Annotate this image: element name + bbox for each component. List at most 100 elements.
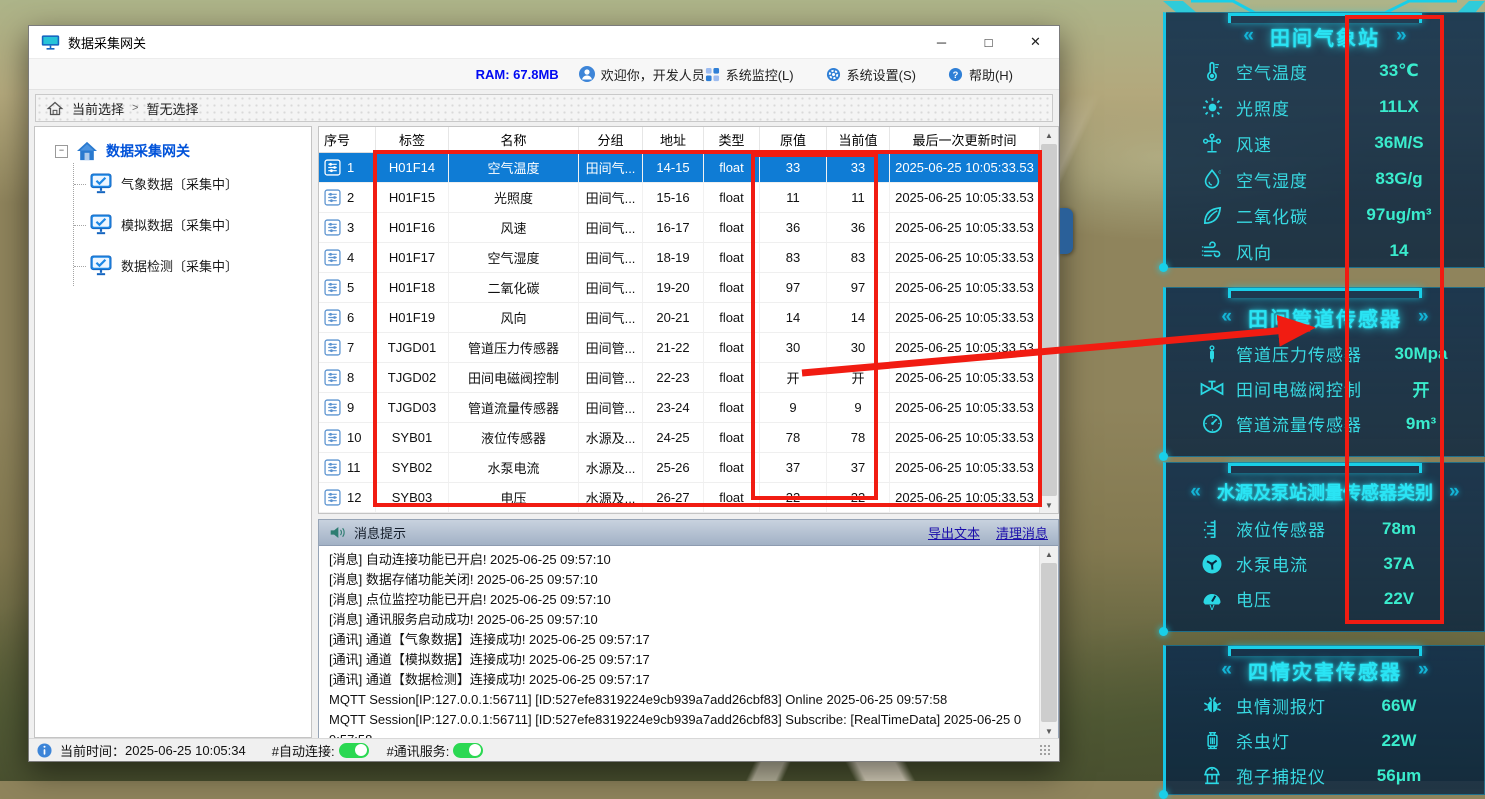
table-row[interactable]: 4 H01F17 空气湿度 田间气... 18-19 float 83 83 2… xyxy=(319,243,1040,273)
menu-item-label: 系统设置(S) xyxy=(847,65,916,84)
scroll-up-icon[interactable]: ▲ xyxy=(1040,127,1058,143)
panel-prev-icon[interactable]: « xyxy=(1190,481,1201,503)
cell-address: 18-19 xyxy=(643,243,704,272)
column-header[interactable]: 分组 xyxy=(579,127,643,152)
cell-type: float xyxy=(704,423,760,452)
gear-icon xyxy=(826,67,841,82)
table-row[interactable]: 3 H01F16 风速 田间气... 16-17 float 36 36 202… xyxy=(319,213,1040,243)
menu-item[interactable]: ? 帮助(H) xyxy=(948,65,1013,84)
table-row[interactable]: 7 TJGD01 管道压力传感器 田间管... 21-22 float 30 3… xyxy=(319,333,1040,363)
message-action-link[interactable]: 导出文本 xyxy=(928,523,980,542)
scroll-up-icon[interactable]: ▲ xyxy=(1040,546,1058,562)
cell-type: float xyxy=(704,453,760,482)
table-row[interactable]: 6 H01F19 风向 田间气... 20-21 float 14 14 202… xyxy=(319,303,1040,333)
panel-prev-icon[interactable]: « xyxy=(1221,306,1232,328)
column-header[interactable]: 名称 xyxy=(449,127,579,152)
panel-disaster-sensors: « 四情灾害传感器 » 虫情测报灯 66W 杀虫灯 22W xyxy=(1163,645,1485,795)
cell-type: float xyxy=(704,363,760,392)
table-row[interactable]: 11 SYB02 水泵电流 水源及... 25-26 float 37 37 2… xyxy=(319,453,1040,483)
cell-current-value: 开 xyxy=(827,363,890,392)
voltmeter-icon: V xyxy=(1198,586,1226,612)
info-icon xyxy=(37,743,52,758)
point-row-icon xyxy=(324,489,341,506)
tree-item-channel[interactable]: 模拟数据〔采集中〕 xyxy=(74,204,303,245)
table-row[interactable]: 10 SYB01 液位传感器 水源及... 24-25 float 78 78 … xyxy=(319,423,1040,453)
panel-prev-icon[interactable]: « xyxy=(1221,659,1232,681)
column-header[interactable]: 序号 xyxy=(319,127,376,152)
scrollbar-thumb[interactable] xyxy=(1041,144,1057,496)
toggle-switch[interactable] xyxy=(339,743,369,758)
breadcrumb-value: 暂无选择 xyxy=(146,99,198,118)
cell-address: 25-26 xyxy=(643,453,704,482)
table-row[interactable]: 9 TJGD03 管道流量传感器 田间管... 23-24 float 9 9 … xyxy=(319,393,1040,423)
scroll-down-icon[interactable]: ▼ xyxy=(1040,723,1058,739)
table-row[interactable]: 5 H01F18 二氧化碳 田间气... 19-20 float 97 97 2… xyxy=(319,273,1040,303)
panel-prev-icon[interactable]: « xyxy=(1243,25,1254,47)
panel-water-pump-station: « 水源及泵站测量传感器类别 » 液位传感器 78m 水泵电流 37A xyxy=(1163,462,1485,632)
sensor-dashboard: « 田间气象站 » 空气温度 33℃ 光照度 11LX xyxy=(1163,0,1485,781)
cell-name: 二氧化碳 xyxy=(449,273,579,302)
scrollbar-thumb[interactable] xyxy=(1041,563,1057,722)
column-header[interactable]: 类型 xyxy=(704,127,760,152)
panel-title: 四情灾害传感器 xyxy=(1248,656,1402,685)
tree-item-channel[interactable]: 数据检测〔采集中〕 xyxy=(74,245,303,286)
cell-updated-time: 2025-06-25 10:05:33.53 xyxy=(890,153,1040,182)
column-header[interactable]: 地址 xyxy=(643,127,704,152)
cell-name: 管道流量传感器 xyxy=(449,393,579,422)
column-header[interactable]: 最后一次更新时间 xyxy=(890,127,1040,152)
column-header[interactable]: 原值 xyxy=(760,127,827,152)
log-line: MQTT Session[IP:127.0.0.1:56711] [ID:527… xyxy=(329,690,1030,710)
sensor-row: 管道压力传感器 30Mpa xyxy=(1166,336,1484,371)
resize-grip[interactable] xyxy=(1039,744,1051,756)
sensor-row: 风向 14 xyxy=(1166,233,1484,269)
panel-next-icon[interactable]: » xyxy=(1418,659,1429,681)
tree-root-label[interactable]: 数据采集网关 xyxy=(106,141,190,161)
breadcrumb-label: 当前选择 xyxy=(72,99,124,118)
close-button[interactable]: ✕ xyxy=(1012,26,1059,58)
message-action-link[interactable]: 清理消息 xyxy=(996,523,1048,542)
cell-address: 20-21 xyxy=(643,303,704,332)
cell-updated-time: 2025-06-25 10:05:33.53 xyxy=(890,213,1040,242)
sensor-label: 管道压力传感器 xyxy=(1236,341,1362,366)
home-icon[interactable] xyxy=(46,100,64,117)
sensor-value: 9m³ xyxy=(1362,414,1480,434)
table-row[interactable]: 12 SYB03 电压 水源及... 26-27 float 22 22 202… xyxy=(319,483,1040,513)
scroll-down-icon[interactable]: ▼ xyxy=(1040,497,1058,513)
sensor-row: 虫情测报灯 66W xyxy=(1166,688,1484,723)
table-row[interactable]: 2 H01F15 光照度 田间气... 15-16 float 11 11 20… xyxy=(319,183,1040,213)
toggle-switch[interactable] xyxy=(453,743,483,758)
cell-type: float xyxy=(704,273,760,302)
cell-group: 田间气... xyxy=(579,243,643,272)
sensor-value: 66W xyxy=(1340,696,1458,716)
column-header[interactable]: 当前值 xyxy=(827,127,890,152)
menu-item[interactable]: 系统监控(L) xyxy=(705,65,794,84)
app-icon xyxy=(41,34,60,51)
table-row[interactable]: 1 H01F14 空气温度 田间气... 14-15 float 33 33 2… xyxy=(319,153,1040,183)
cell-updated-time: 2025-06-25 10:05:33.53 xyxy=(890,363,1040,392)
table-row[interactable]: 8 TJGD02 田间电磁阀控制 田间管... 22-23 float 开 开 … xyxy=(319,363,1040,393)
anemometer-icon xyxy=(1198,130,1226,156)
minimize-button[interactable]: ─ xyxy=(918,26,965,58)
panel-next-icon[interactable]: » xyxy=(1449,481,1460,503)
sensor-label: 光照度 xyxy=(1236,95,1340,120)
sensor-label: 液位传感器 xyxy=(1236,516,1340,541)
column-header[interactable]: 标签 xyxy=(376,127,449,152)
cell-name: 空气湿度 xyxy=(449,243,579,272)
sensor-value: 14 xyxy=(1340,241,1458,261)
window-edge-handle[interactable] xyxy=(1060,208,1073,254)
maximize-button[interactable]: □ xyxy=(965,26,1012,58)
sensor-label: 杀虫灯 xyxy=(1236,728,1340,753)
welcome-text: 欢迎你，开发人员 xyxy=(579,65,705,84)
panel-next-icon[interactable]: » xyxy=(1396,25,1407,47)
cell-index: 12 xyxy=(347,490,361,505)
cell-updated-time: 2025-06-25 10:05:33.53 xyxy=(890,243,1040,272)
tree-item-channel[interactable]: 气象数据〔采集中〕 xyxy=(74,163,303,204)
table-scrollbar[interactable]: ▲ ▼ xyxy=(1039,127,1058,513)
panel-next-icon[interactable]: » xyxy=(1418,306,1429,328)
message-scrollbar[interactable]: ▲ ▼ xyxy=(1039,546,1058,739)
menu-item[interactable]: 系统设置(S) xyxy=(826,65,916,84)
tree-collapse-icon[interactable]: − xyxy=(55,145,68,158)
sensor-row: 光照度 11LX xyxy=(1166,89,1484,125)
cell-updated-time: 2025-06-25 10:05:33.53 xyxy=(890,393,1040,422)
tree-root-node[interactable]: − 数据采集网关 xyxy=(43,141,303,161)
